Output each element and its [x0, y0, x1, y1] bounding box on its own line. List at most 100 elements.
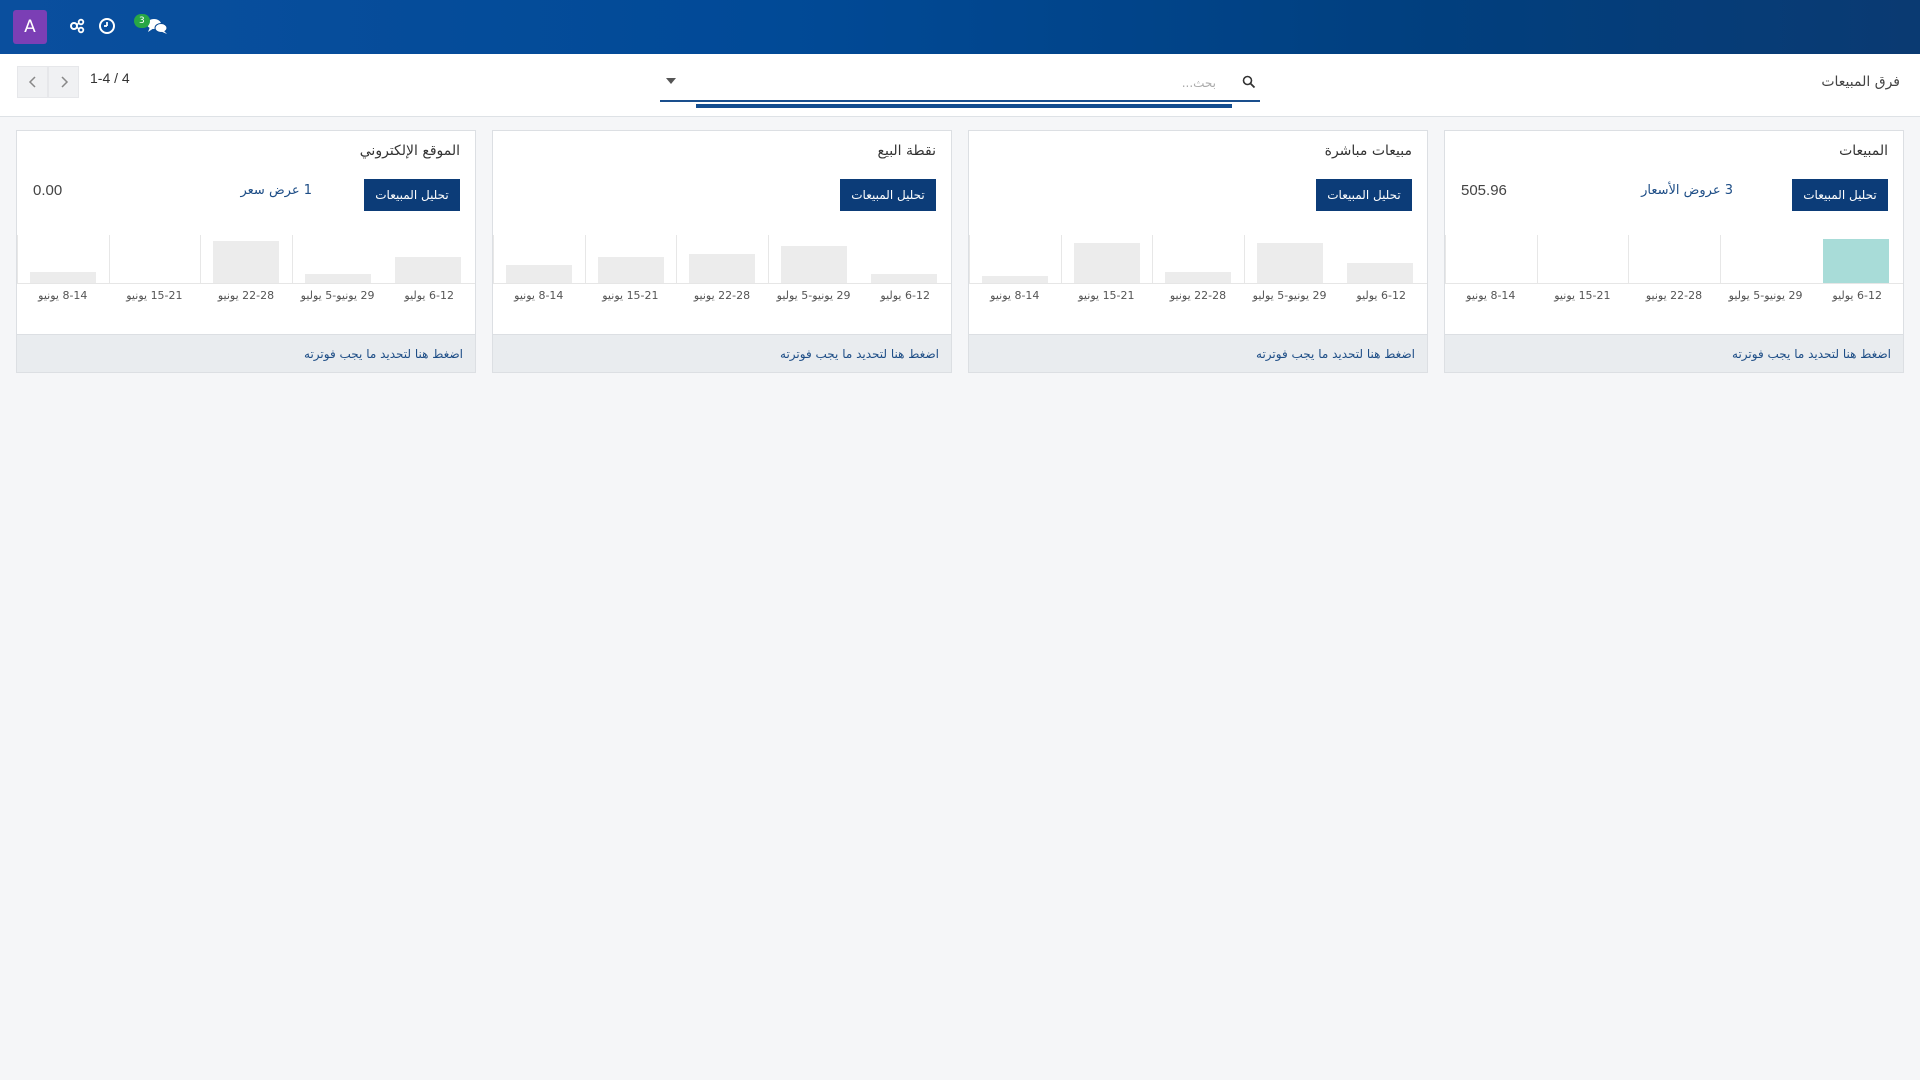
- messages-count-badge: 3: [134, 14, 150, 28]
- card-footer[interactable]: اضغط هنا لتحديد ما يجب فوترته: [969, 334, 1427, 372]
- sales-team-card: نقطة البيع تحليل المبيعات 6-12 يوليو 29 يون…: [492, 130, 952, 373]
- card-title[interactable]: المبيعات: [1839, 143, 1888, 159]
- search-icon[interactable]: [1242, 74, 1256, 93]
- pager-value[interactable]: 1-4 / 4: [90, 70, 130, 86]
- chart-column: [969, 235, 1061, 283]
- chart-tick-label: 22-28 يونيو: [1645, 289, 1703, 302]
- chart-column: [1335, 235, 1427, 283]
- card-title[interactable]: الموقع الإلكتروني: [360, 143, 460, 159]
- chart-tick-label: 8-14 يونيو: [514, 289, 564, 302]
- invoice-setup-link[interactable]: اضغط هنا لتحديد ما يجب فوترته: [1256, 347, 1415, 361]
- chart-tick-label: 15-21 يونيو: [126, 289, 183, 302]
- weekly-bar-chart: 6-12 يوليو 29 يونيو-5 يوليو 22-28 يونيو 15-…: [1445, 235, 1903, 305]
- chart-bar[interactable]: [506, 265, 572, 283]
- sales-team-card: الموقع الإلكتروني تحليل المبيعات 1 عرض سعر…: [16, 130, 476, 373]
- clock-icon[interactable]: [96, 15, 118, 37]
- chart-tick-label: 29 يونيو-5 يوليو: [1252, 289, 1327, 302]
- weekly-bar-chart: 6-12 يوليو 29 يونيو-5 يوليو 22-28 يونيو 15-…: [493, 235, 951, 305]
- quotations-link[interactable]: 1 عرض سعر: [240, 183, 312, 198]
- chart-tick-label: 6-12 يوليو: [1832, 289, 1882, 302]
- sales-team-card: المبيعات تحليل المبيعات 3 عروض الأسعار 505.…: [1444, 130, 1904, 373]
- chart-tick-label: 8-14 يونيو: [990, 289, 1040, 302]
- chart-bar[interactable]: [597, 257, 664, 283]
- chart-tick-label: 29 يونيو-5 يوليو: [300, 289, 375, 302]
- sales-analysis-button[interactable]: تحليل المبيعات: [840, 179, 936, 211]
- chart-column: [383, 235, 475, 283]
- chart-column: [767, 235, 860, 283]
- chart-tick-label: 22-28 يونيو: [1169, 289, 1227, 302]
- chart-bar[interactable]: [689, 254, 756, 283]
- chart-column: [1243, 235, 1336, 283]
- chart-column: [584, 235, 677, 283]
- chart-baseline: [17, 283, 475, 284]
- chart-tick-label: 22-28 يونيو: [217, 289, 275, 302]
- chart-bar[interactable]: [395, 257, 462, 283]
- chart-column: [200, 235, 292, 283]
- quotations-link[interactable]: 3 عروض الأسعار: [1641, 183, 1733, 198]
- search-input[interactable]: [696, 72, 1216, 94]
- search-box: [660, 68, 1260, 108]
- card-footer[interactable]: اضغط هنا لتحديد ما يجب فوترته: [1445, 334, 1903, 372]
- sales-analysis-button[interactable]: تحليل المبيعات: [364, 179, 460, 211]
- pager-next-button[interactable]: [48, 66, 79, 98]
- chart-column: [291, 235, 384, 283]
- sales-team-card: مبيعات مباشرة تحليل المبيعات 6-12 يوليو 29 …: [968, 130, 1428, 373]
- chart-column: [1719, 235, 1812, 283]
- chart-bar[interactable]: [1347, 263, 1414, 283]
- chart-baseline: [969, 283, 1427, 284]
- chart-tick-label: 29 يونيو-5 يوليو: [1728, 289, 1803, 302]
- chart-column: [493, 235, 585, 283]
- chart-bar[interactable]: [1165, 272, 1232, 283]
- chart-bar[interactable]: [30, 272, 96, 283]
- chart-bar[interactable]: [1823, 239, 1890, 283]
- user-avatar[interactable]: A: [13, 10, 47, 44]
- weekly-bar-chart: 6-12 يوليو 29 يونيو-5 يوليو 22-28 يونيو 15-…: [969, 235, 1427, 305]
- card-footer[interactable]: اضغط هنا لتحديد ما يجب فوترته: [17, 334, 475, 372]
- chart-bar[interactable]: [871, 274, 938, 283]
- chart-tick-label: 8-14 يونيو: [38, 289, 88, 302]
- chart-tick-label: 29 يونيو-5 يوليو: [776, 289, 851, 302]
- chart-bar[interactable]: [982, 276, 1048, 283]
- chart-column: [1628, 235, 1720, 283]
- chart-column: [859, 235, 951, 283]
- chart-column: [1060, 235, 1153, 283]
- card-footer[interactable]: اضغط هنا لتحديد ما يجب فوترته: [493, 334, 951, 372]
- card-title[interactable]: نقطة البيع: [878, 143, 936, 159]
- invoice-setup-link[interactable]: اضغط هنا لتحديد ما يجب فوترته: [780, 347, 939, 361]
- invoice-setup-link[interactable]: اضغط هنا لتحديد ما يجب فوترته: [1732, 347, 1891, 361]
- chart-bar[interactable]: [304, 274, 371, 283]
- card-amount: 505.96: [1461, 182, 1507, 199]
- chart-tick-label: 8-14 يونيو: [1466, 289, 1516, 302]
- chart-tick-label: 15-21 يونيو: [1078, 289, 1135, 302]
- search-focus-underline: [696, 104, 1232, 108]
- chart-column: [1536, 235, 1629, 283]
- weekly-bar-chart: 6-12 يوليو 29 يونيو-5 يوليو 22-28 يونيو 15-…: [17, 235, 475, 305]
- top-navbar: A 3: [0, 0, 1920, 54]
- chart-bar[interactable]: [213, 241, 280, 283]
- chart-bar[interactable]: [780, 246, 847, 283]
- sales-analysis-button[interactable]: تحليل المبيعات: [1792, 179, 1888, 211]
- chart-column: [17, 235, 109, 283]
- search-options-toggle[interactable]: [666, 78, 676, 84]
- breadcrumb: فرق المبيعات: [1821, 74, 1900, 90]
- card-title[interactable]: مبيعات مباشرة: [1325, 143, 1412, 159]
- chevron-left-icon: [28, 76, 36, 88]
- chart-tick-label: 15-21 يونيو: [1554, 289, 1611, 302]
- chart-baseline: [1445, 283, 1903, 284]
- chevron-right-icon: [60, 76, 68, 88]
- chart-column: [1152, 235, 1244, 283]
- chart-baseline: [493, 283, 951, 284]
- chart-bar[interactable]: [1073, 243, 1140, 283]
- chart-column: [108, 235, 201, 283]
- chart-bar[interactable]: [1256, 243, 1323, 283]
- sales-analysis-button[interactable]: تحليل المبيعات: [1316, 179, 1412, 211]
- chart-tick-label: 6-12 يوليو: [880, 289, 930, 302]
- chart-tick-label: 22-28 يونيو: [693, 289, 751, 302]
- card-amount: 0.00: [33, 182, 63, 199]
- chart-tick-label: 6-12 يوليو: [1356, 289, 1406, 302]
- activity-icon[interactable]: [66, 15, 88, 37]
- chart-column: [1445, 235, 1537, 283]
- pager-previous-button[interactable]: [17, 66, 48, 98]
- chart-column: [1811, 235, 1903, 283]
- invoice-setup-link[interactable]: اضغط هنا لتحديد ما يجب فوترته: [304, 347, 463, 361]
